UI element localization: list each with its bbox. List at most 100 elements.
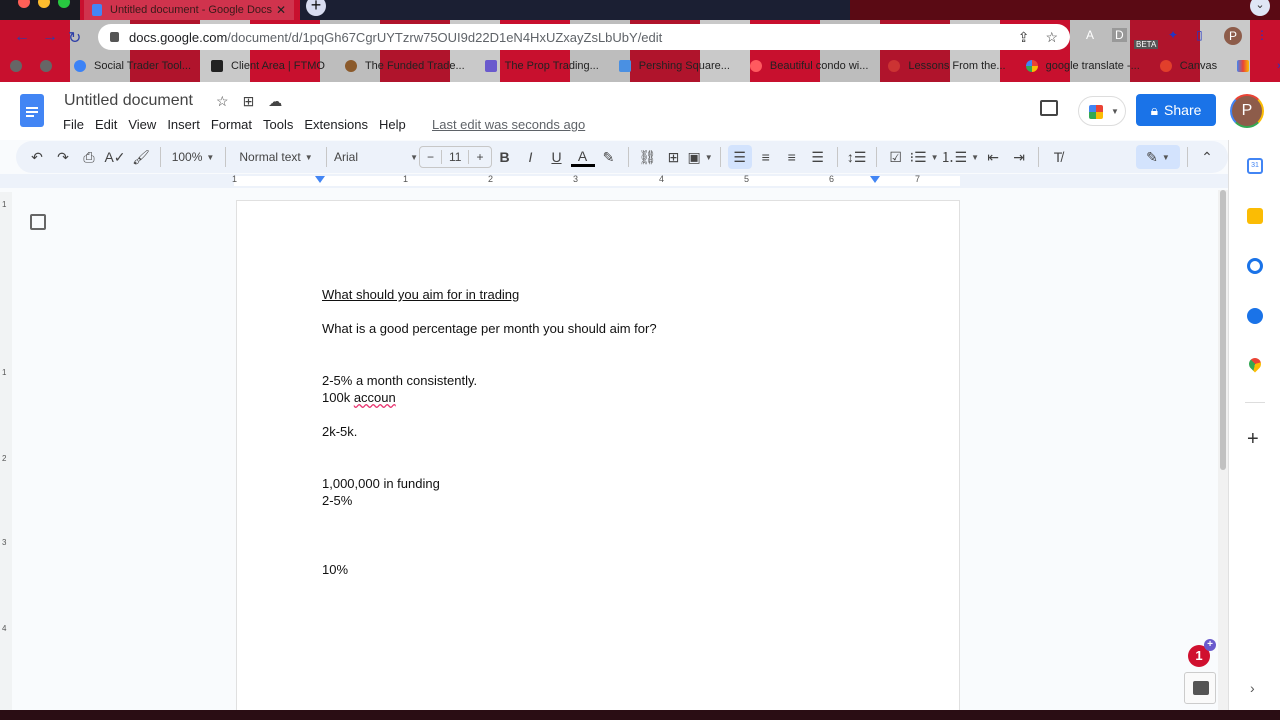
profile-avatar[interactable]: P [1224, 27, 1242, 45]
notification-badge[interactable]: 1 + [1188, 639, 1216, 667]
underline-icon[interactable]: U [545, 145, 569, 169]
add-comment-icon[interactable]: ⊞ [662, 145, 686, 169]
gmail-bookmark[interactable] [1237, 60, 1257, 72]
new-tab-button[interactable]: + [306, 0, 326, 16]
share-button[interactable]: 🔒︎ Share [1136, 94, 1216, 126]
bookmark-item[interactable]: Social Trader Tool... [74, 60, 191, 72]
close-window-button[interactable] [18, 0, 30, 8]
forward-button[interactable]: → [42, 28, 58, 46]
bookmark-item[interactable]: Client Area | FTMO [211, 60, 325, 72]
comment-history-icon[interactable] [1040, 100, 1058, 116]
numbered-list-icon[interactable]: ⒈☰ ▼ [941, 145, 979, 169]
italic-icon[interactable]: I [519, 145, 543, 169]
meet-button[interactable]: ▼ [1078, 96, 1126, 126]
align-center-icon[interactable]: ≡ [754, 145, 778, 169]
decrease-indent-icon[interactable]: ⇤ [981, 145, 1005, 169]
contacts-icon[interactable] [1247, 308, 1263, 324]
document-outline-icon[interactable] [30, 214, 46, 230]
insert-link-icon[interactable]: ⛓︎ [636, 145, 660, 169]
misspelled-word[interactable]: accoun [354, 390, 396, 405]
menu-format[interactable]: Format [211, 117, 252, 132]
bold-icon[interactable]: B [493, 145, 517, 169]
redo-icon[interactable]: ↷ [51, 145, 75, 169]
add-addon-button[interactable]: + [1247, 428, 1259, 451]
font-select[interactable]: Arial ▼ [334, 145, 418, 169]
insert-image-icon[interactable]: ▣ ▼ [688, 145, 713, 169]
left-indent-marker[interactable] [315, 176, 325, 183]
tab-search-button[interactable]: ⌄ [1250, 0, 1270, 16]
undo-icon[interactable]: ↶ [25, 145, 49, 169]
bookmark-item[interactable]: Pershing Square... [618, 60, 730, 72]
keep-icon[interactable] [1247, 208, 1263, 224]
calendar-icon[interactable]: 31 [1247, 158, 1263, 174]
browser-menu-icon[interactable]: ⋮ [1256, 28, 1268, 42]
align-justify-icon[interactable]: ☰ [806, 145, 830, 169]
move-folder-icon[interactable]: ⊞ [243, 93, 255, 110]
paragraph-style-select[interactable]: Normal text ▼ [233, 145, 319, 169]
menu-tools[interactable]: Tools [263, 117, 293, 132]
menu-file[interactable]: File [63, 117, 84, 132]
vertical-ruler[interactable]: 1 1 2 3 4 [0, 192, 12, 710]
highlight-color-icon[interactable]: ✎ [597, 145, 621, 169]
align-left-icon[interactable]: ☰ [727, 145, 752, 169]
spellcheck-icon[interactable]: A✓ [103, 145, 127, 169]
align-right-icon[interactable]: ≡ [780, 145, 804, 169]
document-page[interactable]: What should you aim for in trading What … [236, 200, 960, 720]
account-avatar[interactable]: P [1230, 94, 1264, 128]
extension-d-icon[interactable]: D [1112, 28, 1127, 42]
line-spacing-icon[interactable]: ↕☰ [845, 145, 869, 169]
extension-a-icon[interactable]: A [1086, 28, 1094, 42]
bookmark-globe-icon-2[interactable] [40, 60, 60, 72]
sidebar-toggle-icon[interactable]: ▯ [1196, 28, 1203, 42]
bookmark-item[interactable]: google translate -... [1025, 60, 1140, 72]
text-color-icon[interactable]: A [570, 147, 595, 167]
expand-side-panel-icon[interactable]: › [1250, 680, 1255, 696]
increase-indent-icon[interactable]: ⇥ [1007, 145, 1031, 169]
clear-formatting-icon[interactable]: T̸ [1046, 145, 1070, 169]
bookmark-item[interactable]: The Prop Trading... [484, 60, 599, 72]
menu-help[interactable]: Help [379, 117, 406, 132]
horizontal-ruler[interactable]: 1 1 2 3 4 5 6 7 [0, 174, 1228, 188]
bulleted-list-icon[interactable]: ⁝☰ ▼ [910, 145, 939, 169]
menu-extensions[interactable]: Extensions [304, 117, 368, 132]
last-edit-link[interactable]: Last edit was seconds ago [432, 117, 585, 132]
font-size-input[interactable]: 11 [441, 150, 470, 164]
vertical-scrollbar[interactable] [1218, 190, 1228, 710]
bookmark-item[interactable]: Lessons From the... [888, 60, 1006, 72]
bookmark-star-icon[interactable]: ☆ [1045, 29, 1058, 46]
menu-view[interactable]: View [128, 117, 156, 132]
cloud-saved-icon[interactable]: ☁ [268, 93, 282, 110]
docs-logo-icon[interactable] [20, 94, 44, 127]
print-icon[interactable]: ⎙ [77, 145, 101, 169]
increase-font-size-button[interactable]: + [469, 150, 490, 164]
minimize-window-button[interactable] [38, 0, 50, 8]
zoom-select[interactable]: 100% ▼ [168, 145, 218, 169]
share-page-icon[interactable]: ⇪ [1018, 29, 1030, 46]
beta-extension-badge[interactable]: BETA [1134, 40, 1159, 49]
star-icon[interactable]: ☆ [216, 93, 229, 110]
close-tab-icon[interactable]: ✕ [276, 3, 286, 17]
explore-button[interactable] [1184, 672, 1216, 704]
bookmark-item[interactable]: Beautiful condo wi... [749, 60, 868, 72]
scrollbar-thumb[interactable] [1220, 190, 1226, 470]
maximize-window-button[interactable] [58, 0, 70, 8]
address-bar[interactable]: docs.google.com /document/d/1pqGh67CgrUY… [98, 24, 1070, 50]
paint-format-icon[interactable]: 🖌︎ [129, 145, 153, 169]
extensions-puzzle-icon[interactable]: ✦ [1168, 28, 1178, 42]
editing-mode-button[interactable]: ✎ ▼ [1136, 145, 1180, 169]
document-title[interactable]: Untitled document [64, 92, 193, 110]
bookmark-item[interactable]: Canvas [1159, 60, 1217, 72]
bookmark-globe-icon[interactable] [10, 60, 30, 72]
right-indent-marker[interactable] [870, 176, 880, 183]
menu-insert[interactable]: Insert [167, 117, 200, 132]
maps-icon[interactable] [1246, 355, 1264, 373]
reload-button[interactable]: ↻ [68, 28, 81, 48]
hide-menus-icon[interactable]: ⌃ [1195, 145, 1219, 169]
browser-tab[interactable]: Untitled document - Google Docs ✕ [84, 0, 294, 20]
decrease-font-size-button[interactable]: − [420, 150, 441, 164]
checklist-icon[interactable]: ☑ [884, 145, 908, 169]
menu-edit[interactable]: Edit [95, 117, 117, 132]
back-button[interactable]: ← [14, 28, 30, 46]
bookmark-item[interactable]: The Funded Trade... [344, 60, 465, 72]
tasks-icon[interactable] [1247, 258, 1263, 274]
